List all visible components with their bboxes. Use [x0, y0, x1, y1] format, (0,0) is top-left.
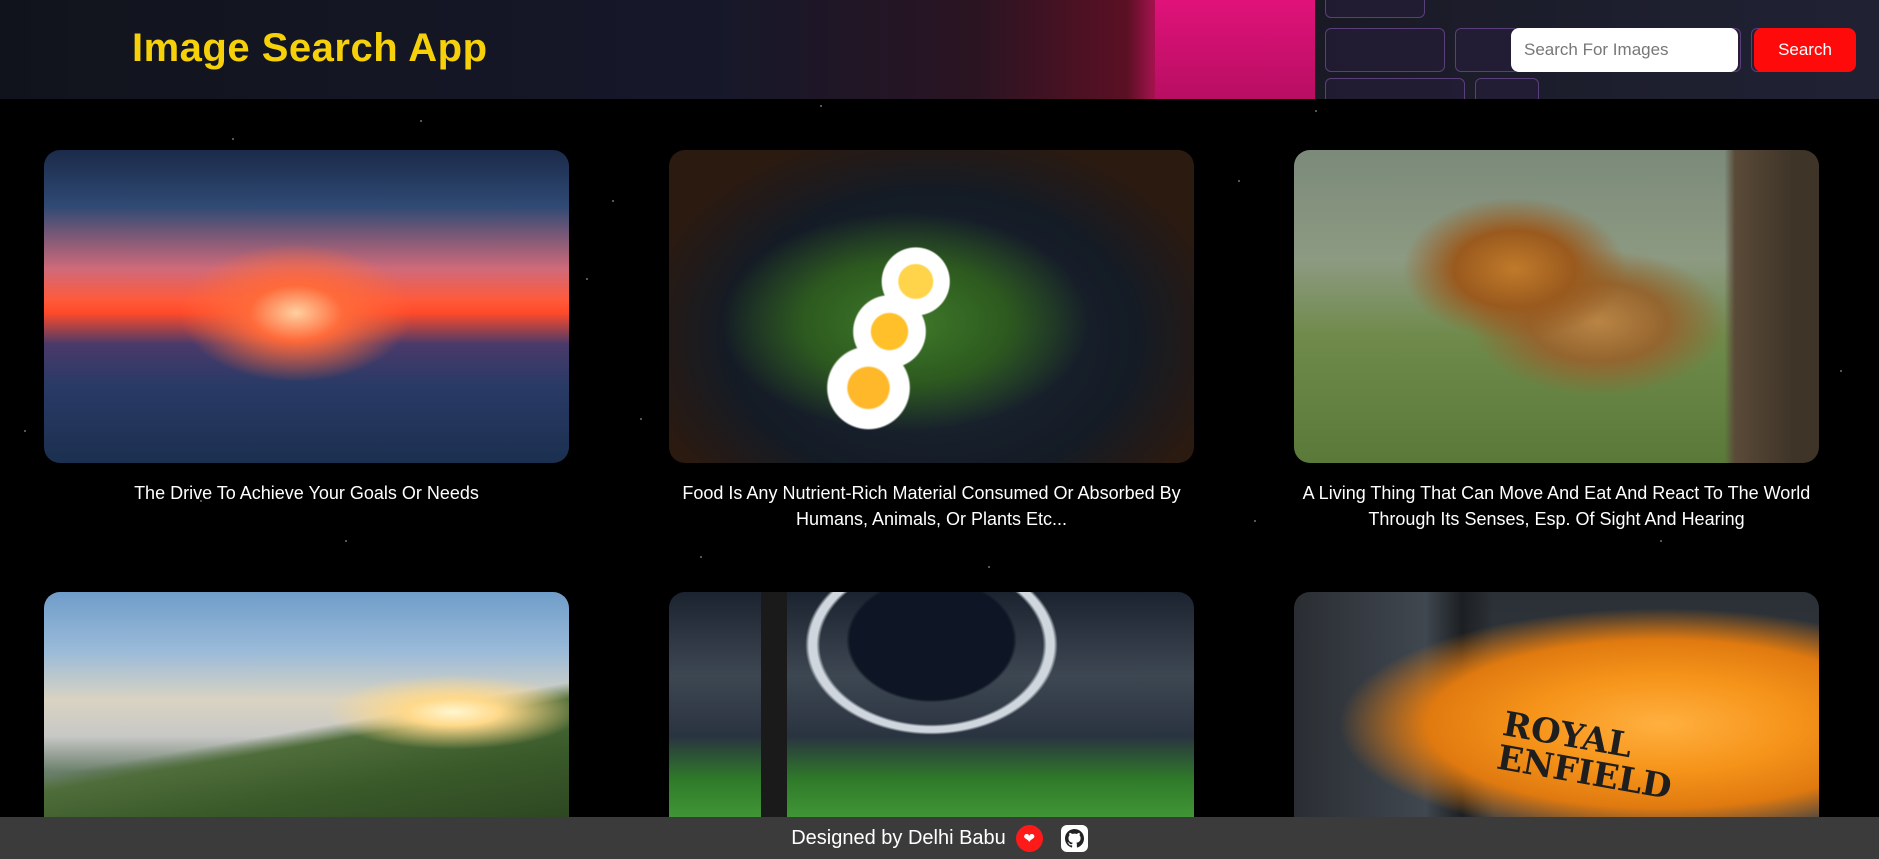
image-card[interactable]: A Living Thing That Can Move And Eat And…	[1294, 150, 1819, 532]
royal-enfield-logo: ROYAL ENFIELD	[1493, 704, 1675, 808]
github-logo-svg	[1064, 828, 1084, 848]
search-input[interactable]	[1511, 28, 1738, 72]
card-image[interactable]: ROYAL ENFIELD	[1294, 592, 1819, 832]
card-caption: A Living Thing That Can Move And Eat And…	[1302, 483, 1811, 529]
card-image[interactable]	[669, 592, 1194, 832]
card-image[interactable]	[669, 150, 1194, 463]
header-background-glow	[1155, 0, 1315, 99]
footer: Designed by Delhi Babu ❤	[0, 817, 1879, 859]
footer-credit: Designed by Delhi Babu	[791, 826, 1006, 849]
stadium-pole	[761, 592, 787, 832]
image-card[interactable]	[669, 592, 1194, 832]
card-caption: Food Is Any Nutrient-Rich Material Consu…	[682, 483, 1181, 529]
image-card[interactable]: ROYAL ENFIELD	[1294, 592, 1819, 832]
app-title: Image Search App	[132, 26, 488, 70]
heart-icon: ❤	[1015, 824, 1043, 852]
card-image[interactable]	[1294, 150, 1819, 463]
card-caption: The Drive To Achieve Your Goals Or Needs	[134, 483, 479, 503]
search-button[interactable]: Search	[1754, 28, 1856, 72]
github-icon[interactable]	[1060, 824, 1088, 852]
card-image[interactable]	[44, 592, 569, 832]
image-card[interactable]: The Drive To Achieve Your Goals Or Needs	[44, 150, 569, 506]
card-image[interactable]	[44, 150, 569, 463]
image-card[interactable]: Food Is Any Nutrient-Rich Material Consu…	[669, 150, 1194, 532]
image-card[interactable]	[44, 592, 569, 832]
header-bar: Image Search App Search	[0, 0, 1879, 99]
